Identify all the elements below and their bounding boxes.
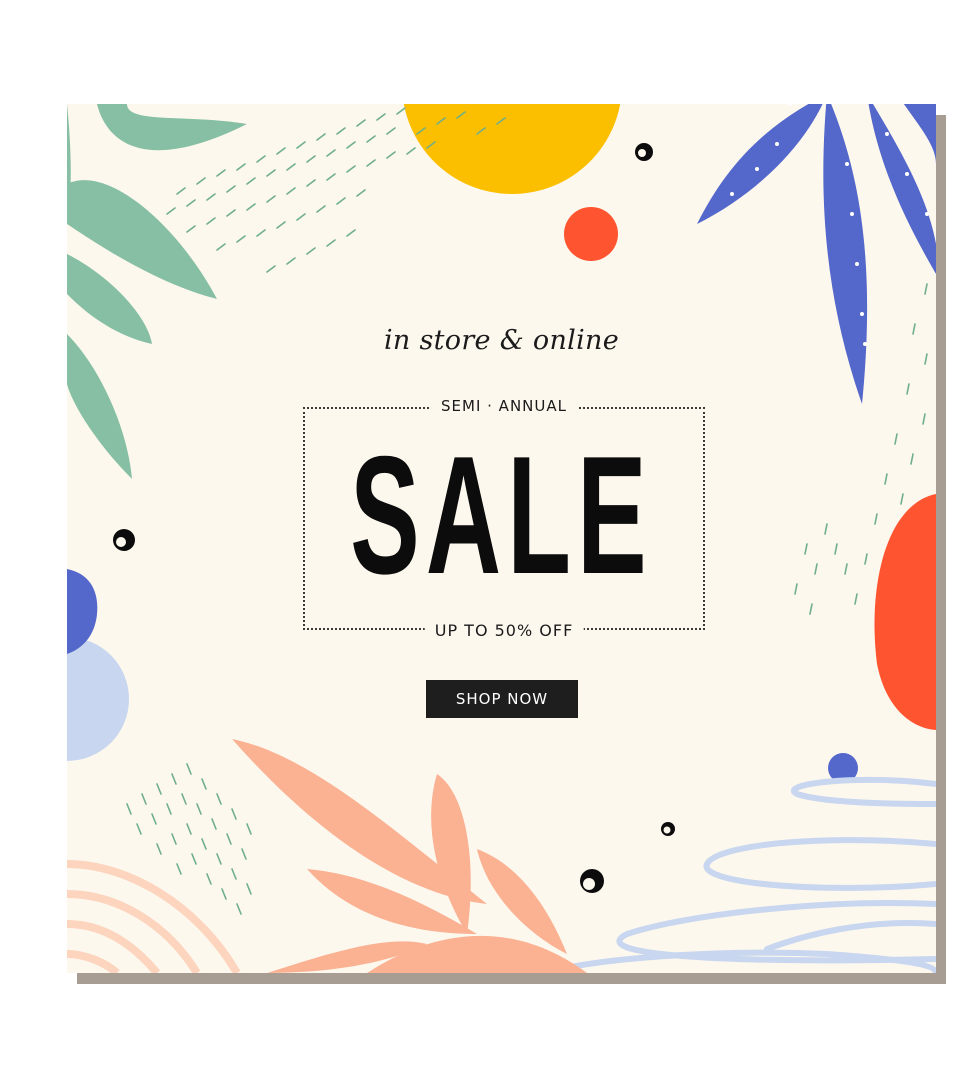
orange-shape-icon xyxy=(874,494,936,730)
blue-half-circle-icon xyxy=(67,569,98,654)
peach-arcs-icon xyxy=(67,860,241,973)
yellow-circle-icon xyxy=(403,104,621,194)
shop-now-button[interactable]: SHOP NOW xyxy=(426,680,578,718)
tagline: in store & online xyxy=(383,325,620,356)
green-leaf-icon xyxy=(67,104,247,479)
offer-label: UP TO 50% OFF xyxy=(424,621,584,640)
sale-headline: SALE xyxy=(350,421,653,609)
eyebrow-label: SEMI · ANNUAL xyxy=(431,397,577,415)
orange-dot-icon xyxy=(564,207,618,261)
sale-banner-card: in store & online SEMI · ANNUAL UP TO 50… xyxy=(67,104,936,973)
peach-leaf-icon xyxy=(232,739,587,973)
blue-leaf-icon xyxy=(697,104,936,404)
scribble-icon xyxy=(544,776,936,973)
light-blue-circle-icon xyxy=(67,637,129,761)
hatch-marks-bottom xyxy=(126,763,252,915)
